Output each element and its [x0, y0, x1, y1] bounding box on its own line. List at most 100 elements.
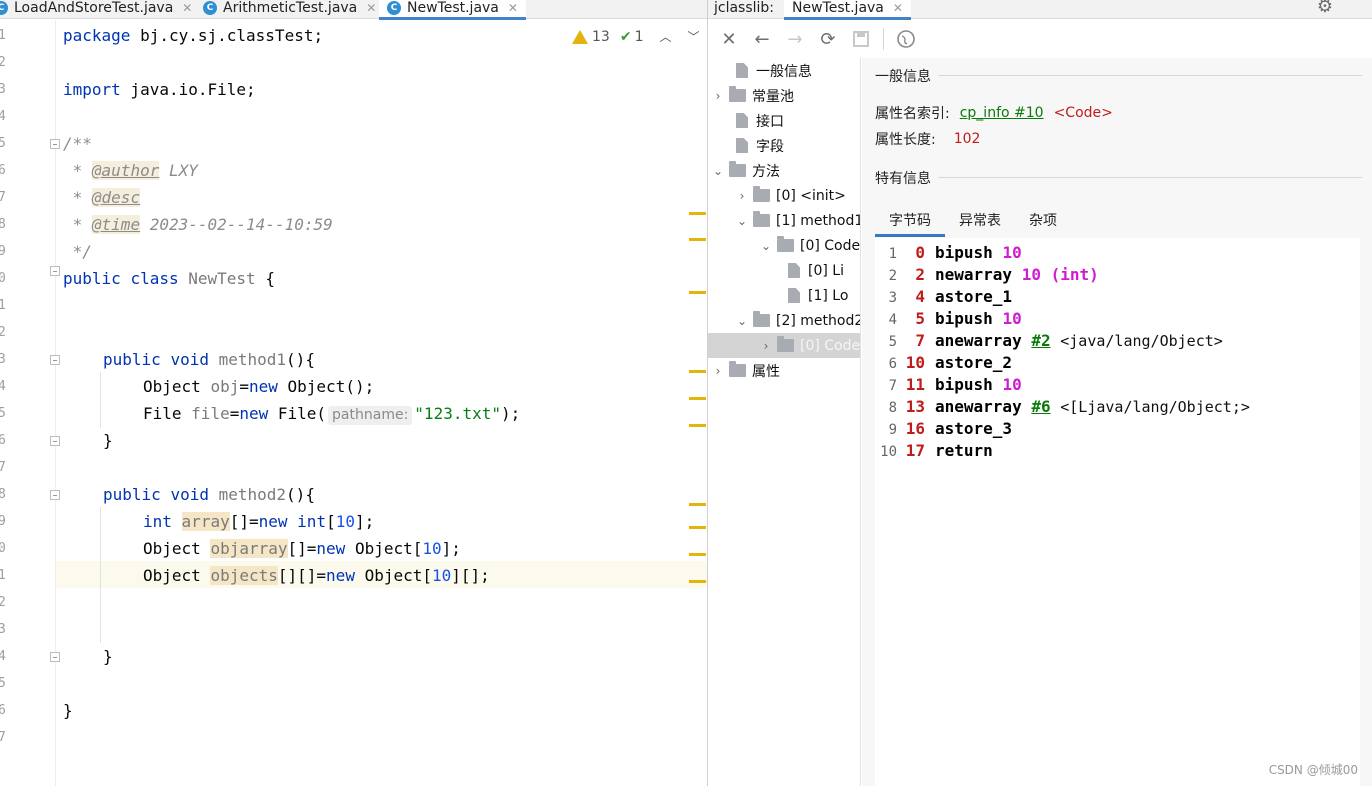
- chevron-right-icon[interactable]: ›: [711, 89, 725, 103]
- save-icon[interactable]: [850, 28, 872, 50]
- tab-arithmetic-test[interactable]: C ArithmeticTest.java ✕: [203, 0, 376, 19]
- indent-guide: [100, 507, 101, 643]
- line-number: 5: [0, 136, 6, 151]
- tree-item-method1-code[interactable]: ⌄ [0] Code: [759, 233, 860, 258]
- constant-pool-link[interactable]: #2: [1031, 331, 1050, 350]
- fold-marker-icon[interactable]: [50, 490, 60, 500]
- line-number-gutter: 1 2 3 4 5 6 7 8 9 0 1 2 3 4 5 6 7 8 9 0 …: [0, 20, 60, 786]
- property-value: 102: [953, 131, 981, 147]
- chevron-right-icon[interactable]: ›: [711, 364, 725, 378]
- tree-item-constant-pool[interactable]: › 常量池: [711, 83, 794, 108]
- fold-marker-icon[interactable]: [50, 266, 60, 276]
- jclasslib-toolbar: ✕ ← → ⟳: [708, 20, 1372, 58]
- section-title: 特有信息: [875, 171, 931, 187]
- cp-info-link[interactable]: cp_info #10: [960, 105, 1044, 121]
- chevron-up-icon[interactable]: ︿: [659, 28, 671, 45]
- attribute-name-index-row: 属性名索引: cp_info #10 <Code>: [875, 103, 1113, 123]
- fold-marker-icon[interactable]: [50, 436, 60, 446]
- divider: [938, 177, 1362, 178]
- warning-stripe-marker[interactable]: [689, 238, 706, 241]
- folder-icon: [753, 211, 770, 227]
- chevron-right-icon[interactable]: ›: [735, 189, 749, 203]
- fold-marker-icon[interactable]: [50, 139, 60, 149]
- jclasslib-tab-bar: jclasslib: NewTest.java ✕ ⚙: [708, 0, 1372, 20]
- tree-item-general-info[interactable]: 一般信息: [718, 58, 812, 83]
- warning-stripe-marker[interactable]: [689, 397, 706, 400]
- code-line: public class NewTest {: [63, 269, 275, 288]
- warning-stripe-marker[interactable]: [689, 553, 706, 556]
- bytecode-row: 3 4 astore_1: [888, 287, 1013, 306]
- line-number: 9: [0, 514, 6, 529]
- tree-item-method1[interactable]: ⌄ [1] method1: [735, 208, 860, 233]
- warning-stripe-marker[interactable]: [689, 526, 706, 529]
- tree-item-interfaces[interactable]: 接口: [718, 108, 784, 133]
- line-number: 3: [0, 352, 6, 367]
- fold-marker-icon[interactable]: [50, 652, 60, 662]
- chevron-down-icon[interactable]: ⌄: [759, 239, 773, 253]
- line-number: 4: [0, 379, 6, 394]
- inspection-widget[interactable]: 13 ✔ 1 ︿ ﹀: [572, 28, 700, 45]
- tab-label: LoadAndStoreTest.java: [14, 0, 174, 16]
- folder-icon: [729, 161, 746, 177]
- tree-item-fields[interactable]: 字段: [718, 133, 784, 158]
- forward-icon[interactable]: →: [784, 28, 806, 50]
- tree-item-methods[interactable]: ⌄ 方法: [711, 158, 780, 183]
- parameter-hint: pathname:: [328, 406, 413, 425]
- bytecode-row: 1 0 bipush 10: [888, 243, 1022, 262]
- tab-bytecode[interactable]: 字节码: [875, 207, 945, 237]
- tree-item-method2-code-selected[interactable]: › [0] Code: [708, 333, 861, 358]
- close-tab-icon[interactable]: ✕: [182, 1, 192, 15]
- warning-stripe-marker[interactable]: [689, 291, 706, 294]
- line-number: 4: [0, 649, 6, 664]
- warning-stripe-marker[interactable]: [689, 370, 706, 373]
- line-number: 1: [0, 568, 6, 583]
- chevron-down-icon[interactable]: ⌄: [735, 314, 749, 328]
- folder-icon: [777, 336, 794, 352]
- close-tab-icon[interactable]: ✕: [893, 1, 903, 15]
- tab-exception-table[interactable]: 异常表: [945, 207, 1015, 237]
- tree-item-method2[interactable]: ⌄ [2] method2: [735, 308, 860, 333]
- tree-item-label: [0] Li: [808, 262, 844, 279]
- code-line: /**: [63, 134, 92, 153]
- tree-item-method-init[interactable]: › [0] <init>: [735, 183, 846, 208]
- checkmark-icon: ✔: [619, 28, 632, 45]
- chevron-right-icon[interactable]: ›: [759, 339, 773, 353]
- tree-item-line-number-table[interactable]: [0] Li: [788, 258, 844, 283]
- tab-load-and-store-test[interactable]: C LoadAndStoreTest.java ✕: [0, 0, 192, 19]
- tree-item-local-variable-table[interactable]: [1] Lo: [788, 283, 848, 308]
- line-number: 0: [0, 541, 6, 556]
- back-icon[interactable]: ←: [751, 28, 773, 50]
- line-number: 2: [0, 325, 6, 340]
- warning-icon: [572, 29, 588, 44]
- bytecode-listing[interactable]: 1 0 bipush 10 2 2 newarray 10 (int) 3 4 astore…: [875, 238, 1360, 786]
- close-tab-icon[interactable]: ✕: [508, 1, 518, 15]
- code-line: Object objects[][]=new Object[10][];: [143, 566, 490, 585]
- fold-marker-icon[interactable]: [50, 355, 60, 365]
- constant-pool-link[interactable]: #6: [1031, 397, 1050, 416]
- bytecode-row: 10 17 return: [880, 441, 993, 460]
- tree-item-label: [0] Code: [800, 337, 861, 354]
- browser-icon[interactable]: [895, 28, 917, 50]
- tree-item-label: [1] Lo: [808, 287, 849, 304]
- warning-stripe-marker[interactable]: [689, 424, 706, 427]
- tab-jclasslib-new-test[interactable]: NewTest.java ✕: [784, 0, 911, 20]
- tab-misc[interactable]: 杂项: [1015, 207, 1071, 237]
- tab-new-test[interactable]: C NewTest.java ✕: [379, 0, 526, 20]
- refresh-icon[interactable]: ⟳: [817, 28, 839, 50]
- tab-label: 字节码: [889, 213, 931, 229]
- tree-item-label: [0] <init>: [776, 187, 846, 204]
- tree-item-attributes[interactable]: › 属性: [711, 358, 780, 383]
- chevron-down-icon[interactable]: ﹀: [688, 28, 700, 45]
- chevron-down-icon[interactable]: ⌄: [735, 214, 749, 228]
- gear-icon[interactable]: ⚙: [1317, 0, 1333, 17]
- close-tab-icon[interactable]: ✕: [366, 1, 376, 15]
- line-number: 0: [0, 271, 6, 286]
- warning-stripe-marker[interactable]: [689, 212, 706, 215]
- code-editor[interactable]: C LoadAndStoreTest.java ✕ C ArithmeticTe…: [0, 0, 707, 786]
- warning-stripe-marker[interactable]: [689, 580, 706, 583]
- warning-stripe-marker[interactable]: [689, 503, 706, 506]
- watermark: CSDN @倾城00: [1268, 763, 1358, 777]
- code-line: * @desc: [63, 188, 141, 207]
- chevron-down-icon[interactable]: ⌄: [711, 164, 725, 178]
- close-icon[interactable]: ✕: [718, 28, 740, 50]
